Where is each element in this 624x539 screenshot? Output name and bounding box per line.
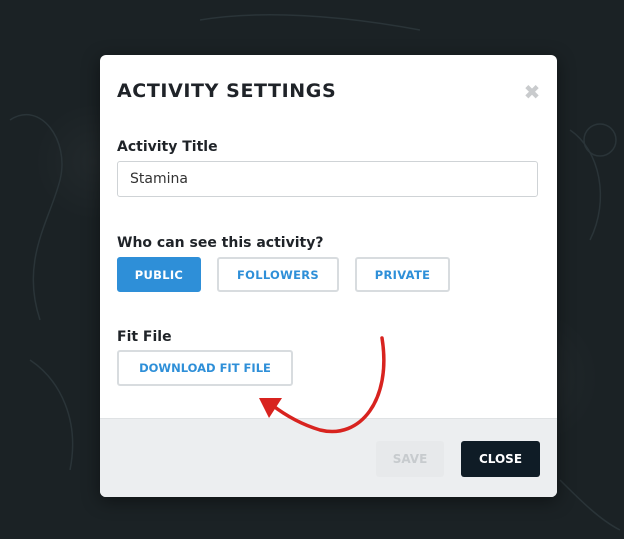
visibility-label: Who can see this activity?: [117, 235, 324, 251]
activity-title-input[interactable]: [117, 161, 538, 197]
visibility-public-button[interactable]: PUBLIC: [117, 257, 201, 292]
dialog-footer: SAVE CLOSE: [100, 418, 557, 497]
activity-settings-dialog: ACTIVITY SETTINGS ✖ Activity Title Who c…: [100, 55, 557, 497]
activity-title-label: Activity Title: [117, 139, 218, 155]
save-button[interactable]: SAVE: [376, 441, 444, 477]
close-icon[interactable]: ✖: [523, 82, 541, 102]
visibility-private-button[interactable]: PRIVATE: [355, 257, 450, 292]
fit-file-label: Fit File: [117, 329, 172, 345]
close-button[interactable]: CLOSE: [461, 441, 540, 477]
download-fit-file-button[interactable]: DOWNLOAD FIT FILE: [117, 350, 293, 386]
dialog-title: ACTIVITY SETTINGS: [117, 80, 337, 102]
visibility-followers-button[interactable]: FOLLOWERS: [217, 257, 339, 292]
